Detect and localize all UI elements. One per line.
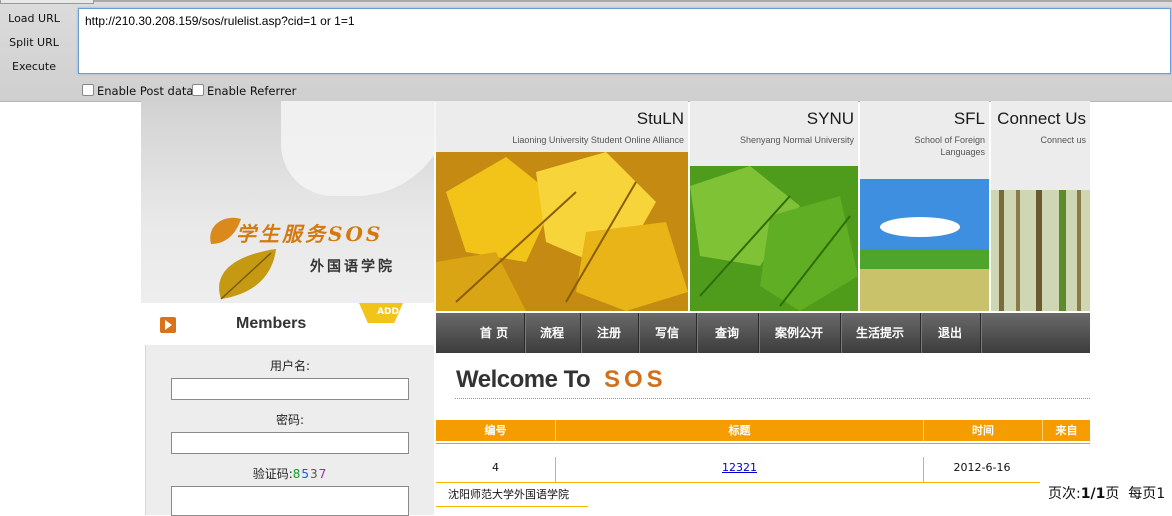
field-sky-photo — [860, 179, 989, 311]
url-textarea[interactable]: http://210.30.208.159/sos/rulelist.asp?c… — [78, 8, 1171, 74]
username-input[interactable] — [171, 378, 409, 400]
nav-public-cases[interactable]: 案例公开 — [758, 313, 841, 353]
execute-button[interactable]: Execute — [4, 57, 64, 77]
load-url-button[interactable]: Load URL — [4, 9, 64, 29]
header-stuln[interactable]: StuLN Liaoning University Student Online… — [436, 101, 688, 311]
row-divider — [436, 482, 1040, 483]
green-leaves-photo — [690, 166, 858, 311]
yellow-leaves-photo — [436, 152, 688, 311]
nav-logout[interactable]: 退出 — [920, 313, 981, 353]
sfl-subtitle-2: Languages — [940, 147, 985, 157]
checkbox-box[interactable] — [82, 84, 94, 96]
password-input[interactable] — [171, 432, 409, 454]
captcha-digit: 5 — [301, 467, 311, 481]
col-header-id: 编号 — [436, 420, 556, 441]
sfl-subtitle-1: School of Foreign — [914, 135, 985, 145]
stuln-subtitle: Liaoning University Student Online Allia… — [512, 135, 684, 145]
welcome-heading: Welcome To — [456, 366, 591, 393]
cell-time: 2012-6-16 — [953, 461, 1011, 474]
synu-subtitle: Shenyang Normal University — [739, 135, 854, 145]
split-url-button[interactable]: Split URL — [4, 33, 64, 53]
pager-value: 1/1 — [1080, 486, 1106, 502]
header-synu[interactable]: SYNU Shenyang Normal University — [690, 101, 858, 311]
nav-life-tips[interactable]: 生活提示 — [840, 313, 921, 353]
header-connect-us[interactable]: Connect Us Connect us — [991, 101, 1090, 311]
synu-title: SYNU — [806, 109, 854, 128]
enable-post-label: Enable Post data — [97, 84, 194, 98]
header-sfl[interactable]: SFL School of Foreign Languages — [860, 101, 989, 311]
add-label: ADD — [377, 307, 399, 317]
members-login-box: Members ADD 用户名: 密码: 验证码:8537 — [141, 303, 434, 516]
enable-referrer-checkbox[interactable]: Enable Referrer — [192, 84, 296, 98]
main-nav: 首 页 流程 注册 写信 查询 案例公开 生活提示 退出 — [436, 313, 1090, 353]
checkbox-box[interactable] — [192, 84, 204, 96]
table-header-underline — [436, 443, 1090, 444]
pager-per-page: 每页1 — [1128, 486, 1166, 502]
cell-title: 12321 — [556, 457, 924, 482]
username-label: 用户名: — [269, 359, 311, 373]
add-badge[interactable]: ADD — [359, 303, 403, 323]
connect-subtitle: Connect us — [1040, 135, 1086, 145]
toolbar-tab — [0, 0, 94, 4]
members-form-panel: 用户名: 密码: 验证码:8537 — [145, 345, 434, 516]
password-label: 密码: — [275, 413, 305, 427]
members-title: Members — [236, 315, 307, 332]
footer-organization: 沈阳师范大学外国语学院 — [448, 488, 569, 501]
enable-post-checkbox[interactable]: Enable Post data — [82, 84, 193, 98]
logo-title: 学生服务SOS — [236, 222, 384, 246]
welcome-sos: SOS — [604, 366, 667, 393]
pager: 页次:1/1页 每页1 — [1048, 483, 1165, 503]
pager-unit: 页 — [1105, 486, 1120, 502]
table-header: 编号 标题 时间 来自 — [436, 420, 1090, 441]
nav-register[interactable]: 注册 — [580, 313, 639, 353]
nav-process[interactable]: 流程 — [524, 313, 581, 353]
captcha-row: 验证码:8537 — [146, 465, 434, 482]
title-link[interactable]: 12321 — [722, 461, 757, 474]
members-header: Members ADD — [141, 303, 434, 345]
logo-subtitle: 外国语学院 — [310, 259, 395, 275]
connect-title: Connect Us — [997, 109, 1086, 128]
arrow-right-icon — [160, 317, 176, 333]
footer-divider — [436, 506, 588, 507]
captcha-label: 验证码: — [252, 467, 293, 481]
nav-query[interactable]: 查询 — [696, 313, 759, 353]
col-header-title: 标题 — [556, 420, 924, 441]
enable-referrer-label: Enable Referrer — [207, 84, 297, 98]
captcha-input[interactable] — [171, 486, 409, 516]
leaf-watermark — [281, 101, 451, 196]
toolbar-top-border — [0, 0, 1172, 2]
table-row: 4 12321 2012-6-16 — [436, 457, 1040, 482]
captcha-digit: 7 — [318, 467, 328, 481]
bamboo-forest-photo — [991, 190, 1090, 311]
nav-home[interactable]: 首 页 — [464, 313, 525, 353]
captcha-image: 8537 — [293, 467, 328, 481]
url-text: http://210.30.208.159/sos/rulelist.asp?c… — [85, 14, 355, 28]
sfl-title: SFL — [953, 109, 985, 128]
hackbar-toolbar: Load URL Split URL Execute http://210.30… — [0, 0, 1172, 102]
captcha-digit: 3 — [310, 467, 319, 481]
stuln-title: StuLN — [636, 109, 684, 128]
col-header-from: 来自 — [1055, 424, 1078, 437]
nav-write-letter[interactable]: 写信 — [638, 313, 697, 353]
cell-id: 4 — [436, 457, 556, 482]
welcome-divider — [455, 398, 1090, 399]
pager-label: 页次: — [1048, 486, 1081, 502]
col-header-time: 时间 — [924, 420, 1043, 441]
